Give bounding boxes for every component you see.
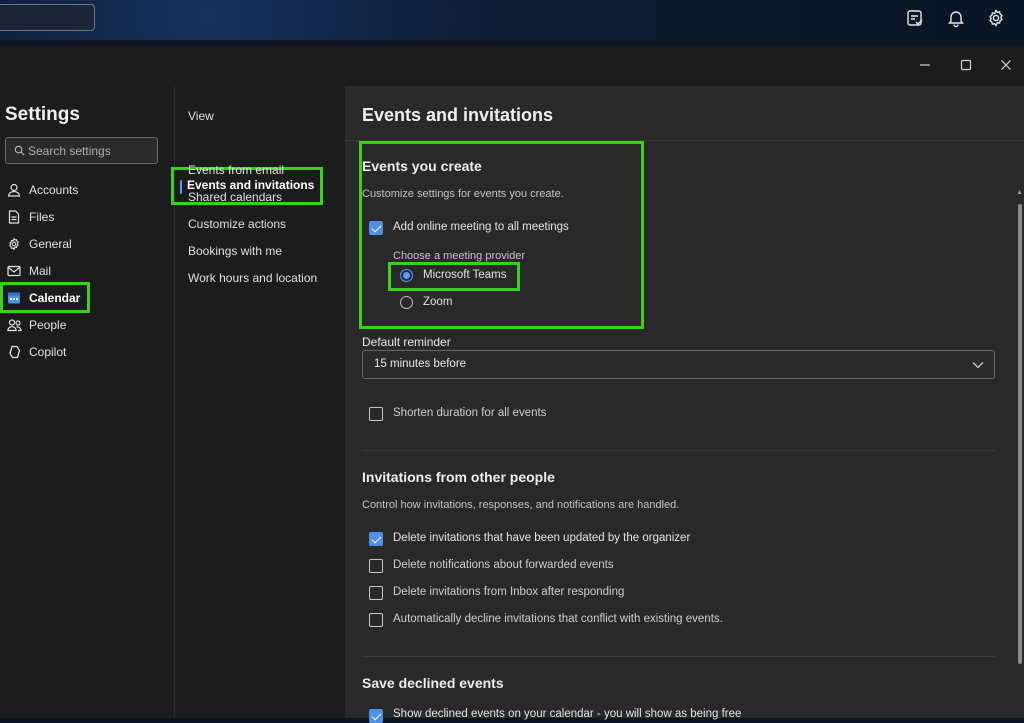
window-titlebar bbox=[0, 46, 1024, 86]
section-heading-save-declined: Save declined events bbox=[362, 675, 504, 691]
sidebar-item-label: Mail bbox=[29, 263, 52, 278]
person-icon bbox=[6, 182, 22, 198]
delete-updated-invitations-checkbox[interactable] bbox=[369, 532, 383, 546]
copilot-icon bbox=[6, 344, 22, 360]
app-top-bar bbox=[0, 0, 1024, 40]
bell-icon[interactable] bbox=[946, 8, 968, 30]
show-declined-events-label: Show declined events on your calendar - … bbox=[393, 708, 742, 720]
meeting-provider-label: Choose a meeting provider bbox=[393, 250, 526, 262]
section-description: Control how invitations, responses, and … bbox=[362, 499, 680, 511]
add-online-meeting-checkbox[interactable] bbox=[369, 221, 383, 235]
default-reminder-value: 15 minutes before bbox=[374, 358, 467, 370]
search-icon bbox=[14, 145, 25, 156]
delete-updated-invitations-label: Delete invitations that have been update… bbox=[393, 532, 691, 544]
search-settings-field[interactable] bbox=[5, 137, 158, 164]
settings-title: Settings bbox=[5, 104, 80, 125]
microsoft-teams-label: Microsoft Teams bbox=[423, 269, 507, 281]
search-settings-input[interactable] bbox=[28, 141, 153, 161]
people-icon bbox=[6, 317, 22, 333]
delete-forwarded-notifications-label: Delete notifications about forwarded eve… bbox=[393, 559, 614, 571]
divider bbox=[362, 450, 995, 451]
delete-forwarded-notifications-checkbox[interactable] bbox=[369, 559, 383, 573]
checklist-icon[interactable] bbox=[905, 8, 927, 30]
sidebar-item-label: General bbox=[29, 236, 72, 251]
minimize-icon[interactable] bbox=[915, 56, 935, 76]
zoom-label: Zoom bbox=[423, 296, 453, 308]
sidebar-item-mail[interactable]: Mail bbox=[2, 257, 88, 284]
default-reminder-dropdown[interactable]: 15 minutes before bbox=[362, 350, 995, 379]
subnav-item-view[interactable]: View bbox=[188, 106, 214, 126]
section-description: Customize settings for events you create… bbox=[362, 188, 564, 200]
close-icon[interactable] bbox=[996, 56, 1016, 76]
subnav-item-customize-actions[interactable]: Customize actions bbox=[188, 214, 286, 234]
scroll-up-icon[interactable]: ▲ bbox=[1016, 189, 1023, 196]
pane-title: Events and invitations bbox=[362, 105, 554, 125]
chevron-down-icon bbox=[972, 362, 984, 369]
active-indicator bbox=[180, 180, 182, 194]
shorten-duration-label: Shorten duration for all events bbox=[393, 407, 547, 419]
sidebar-item-copilot[interactable]: Copilot bbox=[2, 338, 88, 365]
sidebar-item-label: Calendar bbox=[29, 290, 81, 305]
subnav-item-bookings-with-me[interactable]: Bookings with me bbox=[188, 241, 282, 261]
subnav-item-shared-calendars[interactable]: Shared calendars bbox=[188, 187, 282, 207]
sidebar-item-label: Files bbox=[29, 209, 55, 224]
calendar-subnav: View Events and invitations Events from … bbox=[171, 86, 345, 718]
auto-decline-conflicts-label: Automatically decline invitations that c… bbox=[393, 613, 723, 625]
sidebar-item-calendar[interactable]: Calendar bbox=[0, 282, 90, 313]
sidebar-item-general[interactable]: General bbox=[2, 230, 88, 257]
sidebar-item-accounts[interactable]: Accounts bbox=[2, 176, 88, 203]
sidebar-item-label: Accounts bbox=[29, 182, 79, 197]
mail-icon bbox=[6, 263, 22, 279]
divider bbox=[362, 656, 995, 657]
sidebar-item-label: Copilot bbox=[29, 344, 67, 359]
calendar-icon bbox=[6, 290, 22, 306]
top-search-box[interactable] bbox=[0, 4, 95, 31]
section-heading-invitations: Invitations from other people bbox=[362, 469, 555, 485]
section-heading-events-you-create: Events you create bbox=[362, 158, 482, 174]
delete-after-responding-checkbox[interactable] bbox=[369, 586, 383, 600]
settings-pane: Events and invitations ▲ Events you crea… bbox=[345, 86, 1024, 723]
subnav-item-work-hours[interactable]: Work hours and location bbox=[188, 268, 317, 288]
sidebar-item-files[interactable]: Files bbox=[2, 203, 88, 230]
sidebar-item-label: People bbox=[29, 317, 67, 332]
zoom-radio[interactable] bbox=[400, 296, 413, 309]
gear-icon[interactable] bbox=[986, 8, 1008, 30]
show-declined-events-checkbox[interactable] bbox=[369, 709, 383, 723]
settings-sidebar: Settings Accounts Files General Mail Cal… bbox=[0, 86, 174, 718]
delete-after-responding-label: Delete invitations from Inbox after resp… bbox=[393, 586, 625, 598]
sidebar-item-people[interactable]: People bbox=[2, 311, 88, 338]
maximize-icon[interactable] bbox=[956, 56, 976, 76]
file-icon bbox=[6, 209, 22, 225]
subnav-item-events-from-email[interactable]: Events from email bbox=[188, 160, 284, 180]
auto-decline-conflicts-checkbox[interactable] bbox=[369, 613, 383, 627]
shorten-duration-checkbox[interactable] bbox=[369, 407, 383, 421]
gear-icon bbox=[6, 236, 22, 252]
scrollbar-thumb[interactable] bbox=[1018, 204, 1022, 664]
settings-window: Settings Accounts Files General Mail Cal… bbox=[0, 46, 1024, 723]
microsoft-teams-radio[interactable] bbox=[400, 269, 413, 282]
default-reminder-label: Default reminder bbox=[362, 335, 451, 349]
add-online-meeting-label: Add online meeting to all meetings bbox=[393, 221, 569, 233]
